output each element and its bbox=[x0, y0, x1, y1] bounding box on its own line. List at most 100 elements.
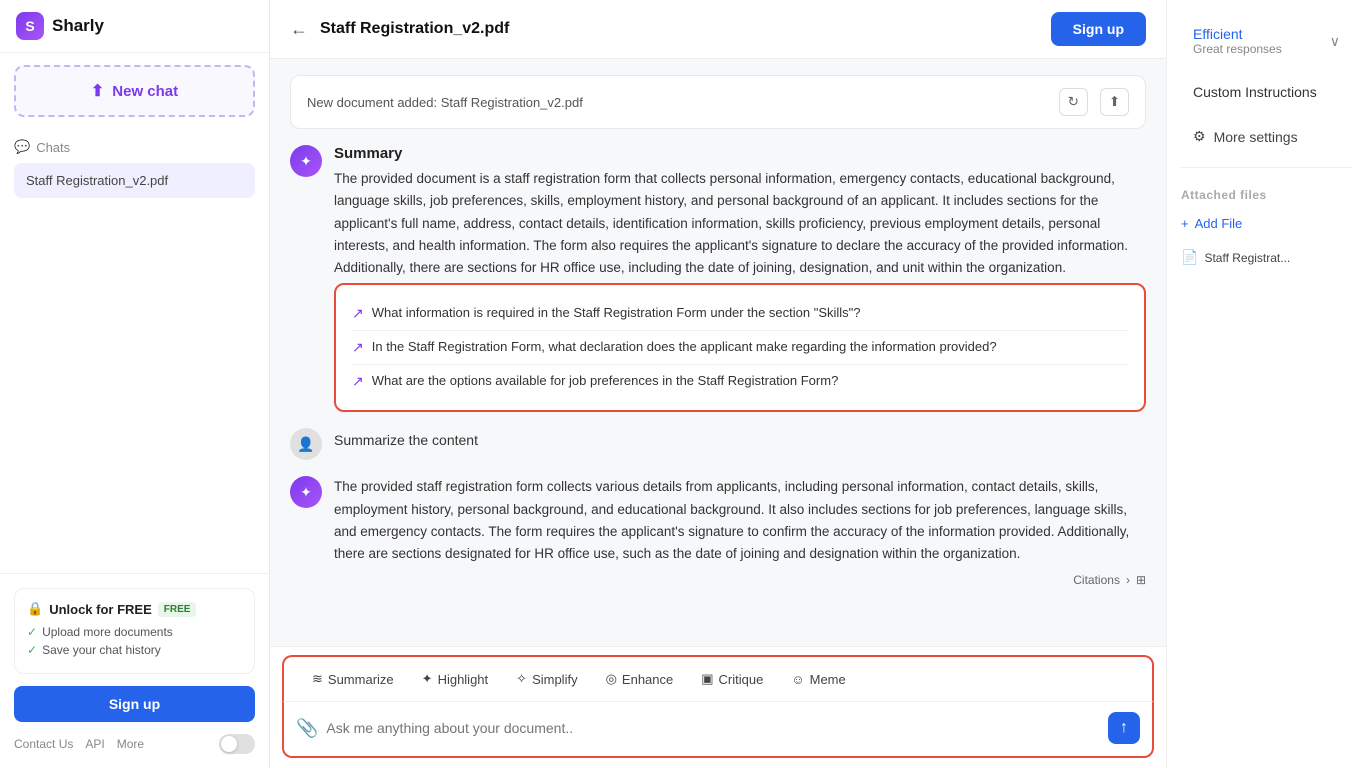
ai-message-row: ✦ Summary The provided document is a sta… bbox=[290, 145, 1146, 412]
plus-icon: + bbox=[1181, 216, 1189, 231]
enhance-icon: ◎ bbox=[606, 671, 617, 687]
suggestion-item-2[interactable]: ↗ In the Staff Registration Form, what d… bbox=[352, 331, 1128, 365]
right-panel: Efficient Great responses ∨ Custom Instr… bbox=[1166, 0, 1366, 768]
enhance-button[interactable]: ◎ Enhance bbox=[594, 665, 686, 693]
bottom-area: ≋ Summarize ✦ Highlight ✧ Simplify ◎ Enh… bbox=[270, 646, 1166, 768]
check-icon-2: ✓ bbox=[27, 643, 37, 657]
arrow-icon-3: ↗ bbox=[352, 373, 364, 390]
action-toolbar: ≋ Summarize ✦ Highlight ✧ Simplify ◎ Enh… bbox=[282, 655, 1154, 701]
upload-icon: ⬆ bbox=[91, 81, 104, 101]
sidebar-bottom: 🔒 Unlock for FREE FREE ✓ Upload more doc… bbox=[0, 573, 269, 768]
critique-icon: ▣ bbox=[701, 671, 713, 687]
user-message-content: Summarize the content bbox=[334, 428, 1146, 452]
app-logo: S bbox=[16, 12, 44, 40]
sign-up-button-top[interactable]: Sign up bbox=[1051, 12, 1146, 46]
footer-links: Contact Us API More bbox=[14, 737, 144, 751]
theme-toggle[interactable] bbox=[219, 734, 255, 754]
critique-button[interactable]: ▣ Critique bbox=[689, 665, 775, 693]
add-file-button[interactable]: + Add File bbox=[1181, 210, 1352, 237]
simplify-button[interactable]: ✧ Simplify bbox=[504, 665, 589, 693]
second-response-text: The provided staff registration form col… bbox=[334, 476, 1146, 565]
divider bbox=[1181, 167, 1352, 168]
highlight-button[interactable]: ✦ Highlight bbox=[410, 665, 501, 693]
sidebar: S Sharly ⬆ New chat 💬 Chats Staff Regist… bbox=[0, 0, 270, 768]
contact-us-link[interactable]: Contact Us bbox=[14, 737, 73, 751]
main-content: ← Staff Registration_v2.pdf Sign up New … bbox=[270, 0, 1166, 768]
app-name: Sharly bbox=[52, 16, 104, 36]
more-settings-item[interactable]: ⚙ More settings bbox=[1181, 118, 1352, 155]
ai-avatar-2: ✦ bbox=[290, 476, 322, 508]
citations-bar[interactable]: Citations › ⊞ bbox=[334, 573, 1146, 587]
summary-title: Summary bbox=[334, 145, 1146, 162]
doc-notice: New document added: Staff Registration_v… bbox=[290, 75, 1146, 129]
send-button[interactable]: ↑ bbox=[1108, 712, 1140, 744]
unlock-item-1: ✓ Upload more documents bbox=[27, 625, 242, 639]
gear-icon: ⚙ bbox=[1193, 128, 1206, 145]
citations-page: ⊞ bbox=[1136, 573, 1146, 587]
unlock-box: 🔒 Unlock for FREE FREE ✓ Upload more doc… bbox=[14, 588, 255, 674]
doc-title: Staff Registration_v2.pdf bbox=[320, 20, 509, 38]
topbar: ← Staff Registration_v2.pdf Sign up bbox=[270, 0, 1166, 59]
meme-button[interactable]: ☺ Meme bbox=[779, 666, 857, 693]
doc-notice-text: New document added: Staff Registration_v… bbox=[307, 95, 583, 110]
ai-message-row-2: ✦ The provided staff registration form c… bbox=[290, 476, 1146, 587]
citations-arrow: › bbox=[1126, 573, 1130, 587]
custom-instructions-item[interactable]: Custom Instructions bbox=[1181, 74, 1352, 110]
settings-with-icon: ⚙ More settings bbox=[1193, 128, 1298, 145]
chats-section: 💬 Chats Staff Registration_v2.pdf bbox=[0, 129, 269, 202]
simplify-icon: ✧ bbox=[516, 671, 527, 687]
summarize-icon: ≋ bbox=[312, 671, 323, 687]
chevron-down-icon: ∨ bbox=[1330, 33, 1340, 50]
attached-files-label: Attached files bbox=[1181, 188, 1352, 202]
sidebar-header: S Sharly bbox=[0, 0, 269, 53]
user-avatar: 👤 bbox=[290, 428, 322, 460]
arrow-icon-2: ↗ bbox=[352, 339, 364, 356]
api-link[interactable]: API bbox=[85, 737, 104, 751]
back-button[interactable]: ← bbox=[290, 19, 308, 40]
chat-icon: 💬 bbox=[14, 139, 30, 155]
unlock-title: 🔒 Unlock for FREE FREE bbox=[27, 601, 242, 617]
topbar-right: Sign up bbox=[1051, 12, 1146, 46]
suggestions-box: ↗ What information is required in the St… bbox=[334, 283, 1146, 412]
meme-icon: ☺ bbox=[791, 672, 804, 687]
lock-icon: 🔒 bbox=[27, 601, 43, 617]
sign-up-button-sidebar[interactable]: Sign up bbox=[14, 686, 255, 722]
citations-label: Citations bbox=[1073, 573, 1120, 587]
ai-avatar: ✦ bbox=[290, 145, 322, 177]
efficient-text: Efficient Great responses bbox=[1193, 26, 1282, 56]
arrow-icon-1: ↗ bbox=[352, 305, 364, 322]
file-icon: 📄 bbox=[1181, 249, 1198, 266]
chats-label: 💬 Chats bbox=[14, 139, 255, 155]
more-link[interactable]: More bbox=[117, 737, 144, 751]
user-message-text: Summarize the content bbox=[334, 428, 1146, 452]
suggestion-item-3[interactable]: ↗ What are the options available for job… bbox=[352, 365, 1128, 398]
user-message-row: 👤 Summarize the content bbox=[290, 428, 1146, 460]
summarize-button[interactable]: ≋ Summarize bbox=[300, 665, 406, 693]
attach-button[interactable]: 📎 bbox=[296, 718, 326, 739]
file-name: Staff Registrat... bbox=[1204, 251, 1290, 265]
refresh-button[interactable]: ↻ bbox=[1059, 88, 1088, 116]
doc-notice-actions: ↻ ⬆ bbox=[1059, 88, 1129, 116]
efficient-item[interactable]: Efficient Great responses ∨ bbox=[1181, 16, 1352, 66]
suggestion-item-1[interactable]: ↗ What information is required in the St… bbox=[352, 297, 1128, 331]
new-chat-label: New chat bbox=[112, 83, 178, 100]
toggle-knob bbox=[221, 736, 237, 752]
chat-item[interactable]: Staff Registration_v2.pdf bbox=[14, 163, 255, 198]
free-badge: FREE bbox=[158, 602, 197, 617]
summary-text: The provided document is a staff registr… bbox=[334, 168, 1146, 279]
input-area: 📎 ↑ bbox=[282, 701, 1154, 758]
file-item-1[interactable]: 📄 Staff Registrat... bbox=[1181, 245, 1352, 270]
highlight-icon: ✦ bbox=[422, 671, 433, 687]
chat-area: New document added: Staff Registration_v… bbox=[270, 59, 1166, 646]
share-button[interactable]: ⬆ bbox=[1100, 88, 1129, 116]
unlock-item-2: ✓ Save your chat history bbox=[27, 643, 242, 657]
efficient-sub: Great responses bbox=[1193, 42, 1282, 56]
new-chat-button[interactable]: ⬆ New chat bbox=[14, 65, 255, 117]
check-icon: ✓ bbox=[27, 625, 37, 639]
chat-input[interactable] bbox=[326, 720, 1108, 736]
efficient-label: Efficient bbox=[1193, 26, 1282, 42]
custom-instructions-label: Custom Instructions bbox=[1193, 84, 1317, 100]
ai-message-content: Summary The provided document is a staff… bbox=[334, 145, 1146, 412]
ai-second-content: The provided staff registration form col… bbox=[334, 476, 1146, 587]
sidebar-footer: Contact Us API More bbox=[14, 734, 255, 754]
